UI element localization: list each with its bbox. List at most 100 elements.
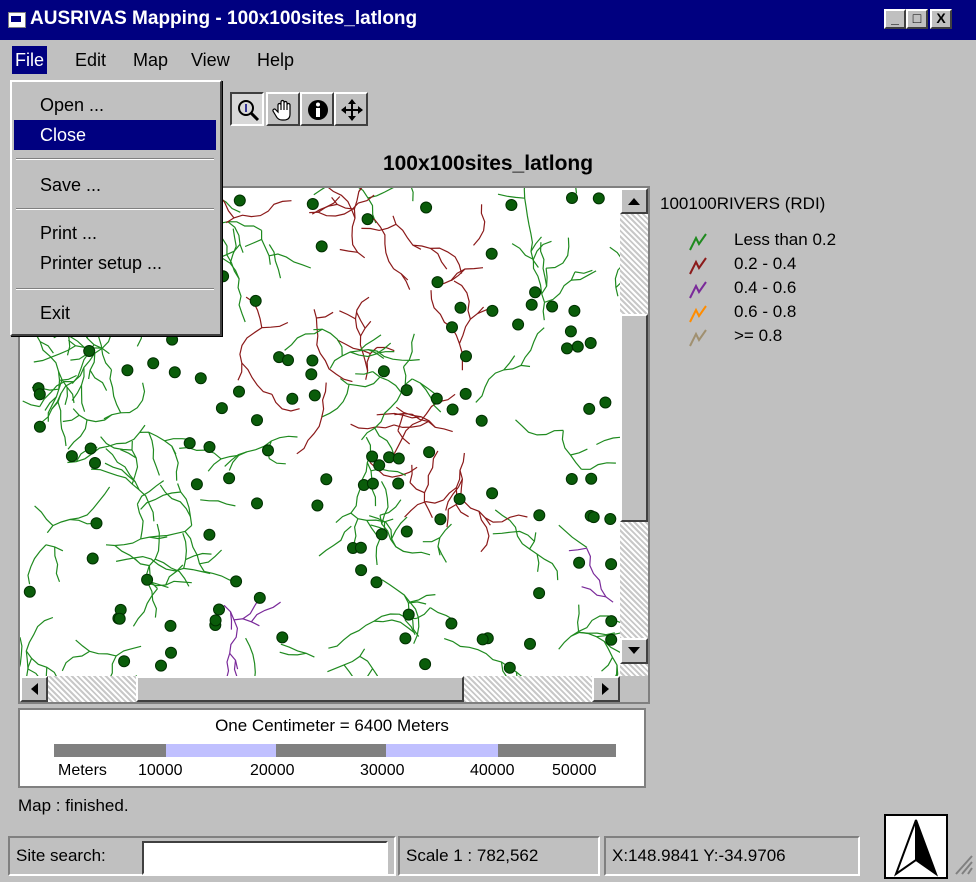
site-marker [599,396,612,409]
site-marker [118,655,131,668]
site-marker [475,414,488,427]
site-marker [366,450,379,463]
info-button[interactable] [300,92,334,126]
river-segment [497,193,525,199]
river-segment [393,268,409,281]
site-marker [525,298,538,311]
menu-file[interactable]: File [12,46,48,74]
site-marker [605,615,618,628]
status-message: Map : finished. [18,796,129,815]
river-segment [139,431,177,455]
river-segment [309,194,375,217]
scale-bar: One Centimeter = 6400 Meters Meters 1000… [18,708,646,788]
file-menu-dropdown: Open ... Close Save ... Print ... Printe… [10,80,222,336]
site-search-input[interactable] [142,841,388,875]
site-marker [213,603,225,616]
river-segment [492,530,535,542]
legend-label: 0.2 - 0.4 [734,254,797,273]
river-segment [356,312,366,329]
river-segment [54,546,61,583]
close-button[interactable]: X [930,9,952,29]
legend-panel: 100100RIVERS (RDI) Less than 0.2 0.2 - 0… [652,186,976,706]
site-marker [311,499,324,512]
menu-close[interactable]: Close [14,120,216,150]
scroll-right-button[interactable] [592,676,620,702]
site-marker [306,198,319,210]
river-segment [22,400,40,408]
menu-print[interactable]: Print ... [14,218,216,248]
site-marker [605,633,618,646]
zoom-in-icon [238,100,260,122]
menu-view[interactable]: View [188,46,233,74]
river-segment [89,369,108,391]
scale-unit-label: Meters [58,762,107,779]
site-marker [592,192,605,205]
river-segment [586,547,614,603]
zoom-in-button[interactable] [230,92,264,126]
river-segment [615,665,618,676]
minimize-button[interactable]: _ [884,9,906,29]
scroll-left-button[interactable] [20,676,48,702]
river-segment [451,327,463,371]
menu-help[interactable]: Help [254,46,297,74]
app-icon[interactable] [8,12,26,28]
site-marker [486,487,499,500]
river-segment [379,499,402,516]
river-segment [207,451,248,472]
river-segment [62,414,80,423]
site-marker [370,576,383,589]
maximize-button[interactable]: □ [906,9,928,29]
menu-exit[interactable]: Exit [14,298,216,328]
river-segment [475,355,516,403]
site-marker [215,402,228,415]
horizontal-scroll-thumb[interactable] [136,676,464,702]
menu-map[interactable]: Map [130,46,171,74]
river-segment [601,657,614,672]
menu-edit[interactable]: Edit [72,46,109,74]
north-arrow-icon [893,819,939,877]
river-segment [27,668,39,676]
move-button[interactable] [334,92,368,126]
site-marker [286,392,299,405]
river-segment [529,532,537,550]
river-segment [568,547,587,552]
river-segment [374,619,416,634]
scroll-down-button[interactable] [620,638,648,664]
scale-segment [166,744,276,757]
river-segment [57,401,67,447]
river-segment [380,481,389,525]
scale-tick: 10000 [138,762,183,779]
resize-grip-icon[interactable] [950,850,974,876]
menu-open[interactable]: Open ... [14,90,216,120]
site-marker [168,366,181,379]
pan-button[interactable] [266,92,300,126]
river-segment [103,382,146,420]
legend-title: 100100RIVERS (RDI) [660,194,826,213]
site-marker [183,437,196,450]
river-segment [609,246,620,258]
site-marker [141,573,154,586]
river-segment [80,367,86,412]
river-segment [455,504,469,518]
site-marker [604,513,617,525]
site-marker [399,632,412,645]
menu-save[interactable]: Save ... [14,170,216,200]
site-marker [223,472,236,485]
river-segment [453,280,471,320]
site-search-label: Site search: [16,846,106,865]
site-marker [89,457,101,469]
river-segment [478,511,490,553]
horizontal-scrollbar[interactable] [20,676,620,702]
menu-printer-setup[interactable]: Printer setup ... [14,248,216,278]
vertical-scroll-thumb[interactable] [620,314,648,522]
river-segment [61,650,91,672]
river-segment [316,311,334,319]
site-marker [529,286,542,299]
scroll-up-button[interactable] [620,188,648,214]
vertical-scrollbar[interactable] [620,188,648,676]
arrow-up-icon [628,198,640,205]
site-marker [430,392,443,405]
river-segment [442,267,484,285]
river-segment [45,667,48,676]
site-marker [505,199,518,211]
